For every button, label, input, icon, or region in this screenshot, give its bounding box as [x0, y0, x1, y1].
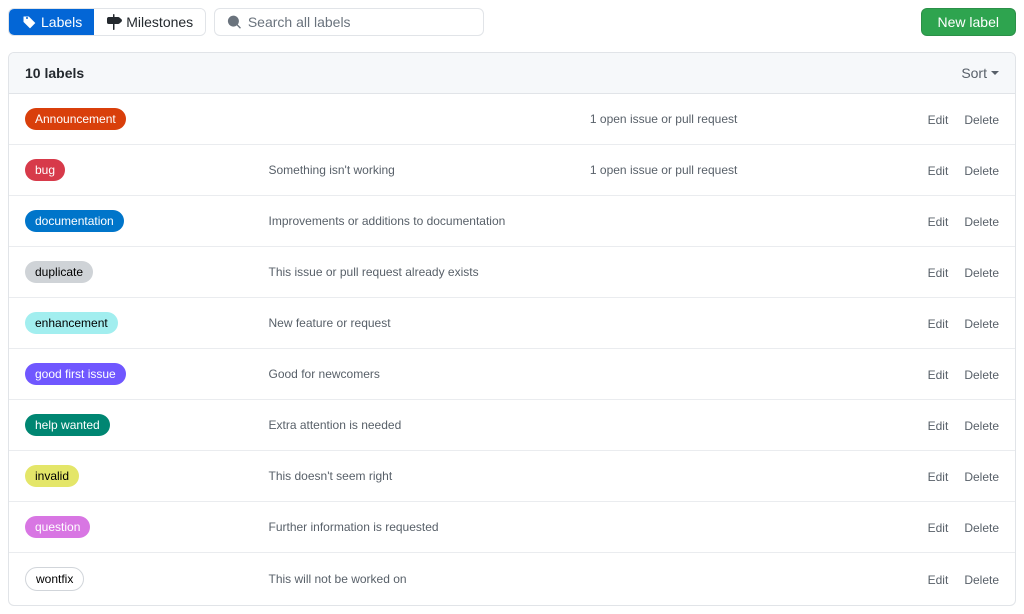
delete-link[interactable]: Delete — [964, 215, 999, 229]
label-usage[interactable]: 1 open issue or pull request — [590, 112, 834, 126]
tag-icon — [21, 14, 37, 30]
delete-link[interactable]: Delete — [964, 573, 999, 587]
label-row: enhancement New feature or request Edit Del… — [9, 298, 1015, 349]
labels-box: 10 labels Sort Announcement 1 open issue … — [8, 52, 1016, 606]
label-actions: Edit Delete — [833, 264, 999, 280]
edit-link[interactable]: Edit — [928, 215, 949, 229]
label-actions: Edit Delete — [833, 468, 999, 484]
label-row: wontfix This will not be worked on Edit Del… — [9, 553, 1015, 605]
label-pill[interactable]: duplicate — [25, 261, 93, 283]
label-actions: Edit Delete — [833, 315, 999, 331]
box-header: 10 labels Sort — [9, 53, 1015, 94]
edit-link[interactable]: Edit — [928, 470, 949, 484]
label-actions: Edit Delete — [833, 366, 999, 382]
delete-link[interactable]: Delete — [964, 164, 999, 178]
edit-link[interactable]: Edit — [928, 113, 949, 127]
milestone-icon — [106, 14, 122, 30]
label-description: This will not be worked on — [269, 572, 590, 586]
label-actions: Edit Delete — [833, 111, 999, 127]
label-actions: Edit Delete — [833, 571, 999, 587]
label-pill[interactable]: question — [25, 516, 90, 538]
nav-group: Labels Milestones — [8, 8, 206, 36]
tab-milestones-text: Milestones — [126, 14, 193, 30]
search-input[interactable] — [248, 14, 471, 30]
delete-link[interactable]: Delete — [964, 113, 999, 127]
label-cell: duplicate — [25, 261, 269, 283]
delete-link[interactable]: Delete — [964, 521, 999, 535]
label-usage[interactable]: 1 open issue or pull request — [590, 163, 834, 177]
label-cell: wontfix — [25, 567, 269, 591]
label-pill[interactable]: invalid — [25, 465, 79, 487]
label-description: Good for newcomers — [269, 367, 590, 381]
label-cell: documentation — [25, 210, 269, 232]
top-bar: Labels Milestones New label — [8, 8, 1016, 36]
label-actions: Edit Delete — [833, 519, 999, 535]
label-row: bug Something isn't working1 open issue o… — [9, 145, 1015, 196]
label-pill[interactable]: enhancement — [25, 312, 118, 334]
label-cell: bug — [25, 159, 269, 181]
label-description: This issue or pull request already exist… — [269, 265, 590, 279]
edit-link[interactable]: Edit — [928, 317, 949, 331]
edit-link[interactable]: Edit — [928, 573, 949, 587]
label-cell: invalid — [25, 465, 269, 487]
label-row: good first issue Good for newcomers Edit De… — [9, 349, 1015, 400]
label-pill[interactable]: good first issue — [25, 363, 126, 385]
label-row: help wanted Extra attention is needed Edit… — [9, 400, 1015, 451]
label-description: New feature or request — [269, 316, 590, 330]
labels-list: Announcement 1 open issue or pull request… — [9, 94, 1015, 605]
edit-link[interactable]: Edit — [928, 368, 949, 382]
label-cell: question — [25, 516, 269, 538]
edit-link[interactable]: Edit — [928, 164, 949, 178]
label-row: duplicate This issue or pull request alre… — [9, 247, 1015, 298]
tab-milestones[interactable]: Milestones — [94, 9, 205, 35]
edit-link[interactable]: Edit — [928, 521, 949, 535]
delete-link[interactable]: Delete — [964, 317, 999, 331]
label-pill[interactable]: documentation — [25, 210, 124, 232]
edit-link[interactable]: Edit — [928, 419, 949, 433]
delete-link[interactable]: Delete — [964, 368, 999, 382]
label-pill[interactable]: bug — [25, 159, 65, 181]
label-row: documentation Improvements or additions t… — [9, 196, 1015, 247]
label-cell: enhancement — [25, 312, 269, 334]
label-cell: help wanted — [25, 414, 269, 436]
search-icon — [227, 14, 242, 30]
new-label-button[interactable]: New label — [921, 8, 1016, 36]
delete-link[interactable]: Delete — [964, 266, 999, 280]
tab-labels[interactable]: Labels — [9, 9, 94, 35]
label-pill[interactable]: Announcement — [25, 108, 126, 130]
label-description: Something isn't working — [269, 163, 590, 177]
label-actions: Edit Delete — [833, 162, 999, 178]
label-cell: Announcement — [25, 108, 269, 130]
label-description: Further information is requested — [269, 520, 590, 534]
sort-button[interactable]: Sort — [961, 65, 999, 81]
label-cell: good first issue — [25, 363, 269, 385]
label-description: Improvements or additions to documentati… — [269, 214, 590, 228]
delete-link[interactable]: Delete — [964, 419, 999, 433]
label-pill[interactable]: help wanted — [25, 414, 110, 436]
label-row: invalid This doesn't seem right Edit Delete — [9, 451, 1015, 502]
delete-link[interactable]: Delete — [964, 470, 999, 484]
tab-labels-text: Labels — [41, 14, 82, 30]
labels-count: 10 labels — [25, 65, 84, 81]
caret-down-icon — [991, 71, 999, 75]
label-actions: Edit Delete — [833, 213, 999, 229]
label-row: question Further information is requested… — [9, 502, 1015, 553]
label-actions: Edit Delete — [833, 417, 999, 433]
label-row: Announcement 1 open issue or pull request… — [9, 94, 1015, 145]
sort-label: Sort — [961, 65, 987, 81]
search-input-wrap[interactable] — [214, 8, 484, 36]
label-description: Extra attention is needed — [269, 418, 590, 432]
label-pill[interactable]: wontfix — [25, 567, 84, 591]
edit-link[interactable]: Edit — [928, 266, 949, 280]
label-description: This doesn't seem right — [269, 469, 590, 483]
